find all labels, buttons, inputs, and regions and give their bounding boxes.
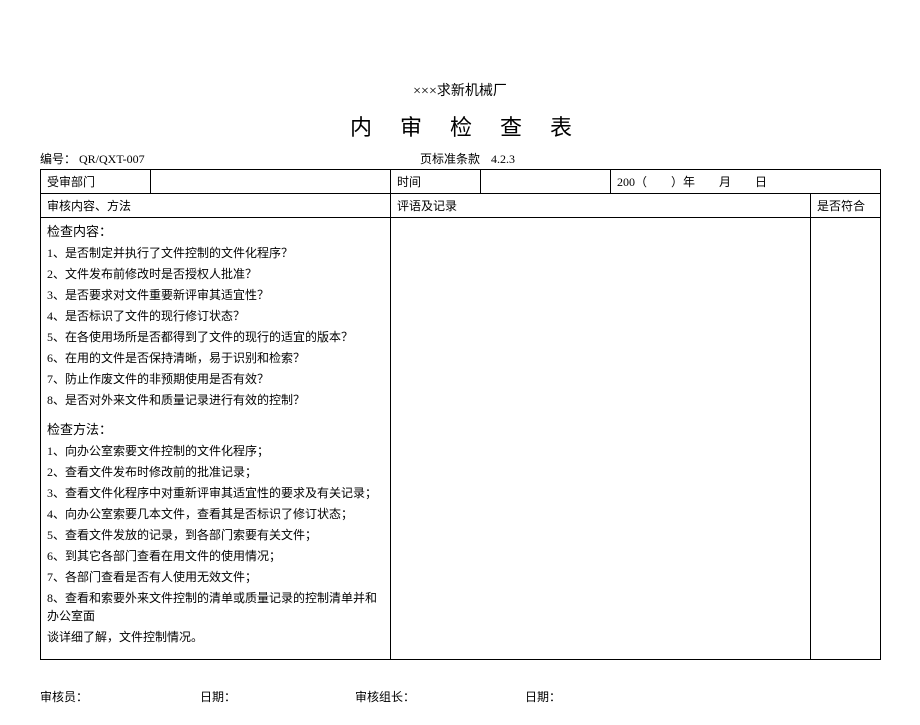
content-item: 8、是否对外来文件和质量记录进行有效的控制？ — [47, 391, 384, 409]
method-item: 谈详细了解，文件控制情况。 — [47, 628, 384, 646]
method-item: 6、到其它各部门查看在用文件的使用情况； — [47, 547, 384, 565]
date2-label: 日期： — [525, 688, 565, 705]
time-label: 时间 — [391, 170, 481, 194]
date1-label: 日期： — [200, 688, 240, 705]
dept-label: 受审部门 — [41, 170, 151, 194]
document-page: ×××求新机械厂 内审检查表 编号： QR/QXT-007 页标准条款 4.2.… — [40, 80, 880, 705]
auditor-value[interactable] — [95, 688, 200, 705]
leader-label: 审核组长： — [355, 688, 425, 705]
organization-name: ×××求新机械厂 — [40, 80, 880, 100]
method-item: 3、查看文件化程序中对重新评审其适宜性的要求及有关记录； — [47, 484, 384, 502]
method-item: 2、查看文件发布时修改前的批准记录； — [47, 463, 384, 481]
content-items: 1、是否制定并执行了文件控制的文件化程序？ 2、文件发布前修改时是否授权人批准？… — [47, 244, 384, 409]
date1-value[interactable] — [240, 688, 355, 705]
content-item: 7、防止作废文件的非预期使用是否有效？ — [47, 370, 384, 388]
method-items: 1、向办公室索要文件控制的文件化程序； 2、查看文件发布时修改前的批准记录； 3… — [47, 442, 384, 646]
col2-header: 评语及记录 — [391, 194, 811, 218]
auditor-label: 审核员： — [40, 688, 95, 705]
remarks-cell[interactable] — [391, 218, 811, 660]
method-item: 5、查看文件发放的记录，到各部门索要有关文件； — [47, 526, 384, 544]
std-label: 页标准条款 — [420, 152, 480, 166]
code-value: QR/QXT-007 — [79, 152, 145, 166]
content-item: 5、在各使用场所是否都得到了文件的现行的适宜的版本？ — [47, 328, 384, 346]
method-item: 8、查看和索要外来文件控制的清单或质量记录的控制清单并和办公室面 — [47, 589, 384, 625]
dept-value[interactable] — [151, 170, 391, 194]
document-title: 内审检查表 — [40, 110, 880, 142]
code-label: 编号： — [40, 152, 76, 166]
form-table: 受审部门 时间 200（ ）年 月 日 审核内容、方法 评语及记录 是否符合 检… — [40, 169, 881, 660]
meta-row: 编号： QR/QXT-007 页标准条款 4.2.3 — [40, 150, 880, 167]
conform-cell[interactable] — [811, 218, 881, 660]
content-item: 6、在用的文件是否保持清晰，易于识别和检索？ — [47, 349, 384, 367]
method-item: 7、各部门查看是否有人使用无效文件； — [47, 568, 384, 586]
std-value: 4.2.3 — [491, 152, 515, 166]
content-section-heading: 检查内容： — [47, 221, 384, 240]
header-row-1: 受审部门 时间 200（ ）年 月 日 — [41, 170, 881, 194]
col3-header: 是否符合 — [811, 194, 881, 218]
date-cell[interactable]: 200（ ）年 月 日 — [611, 170, 881, 194]
method-item: 1、向办公室索要文件控制的文件化程序； — [47, 442, 384, 460]
header-row-2: 审核内容、方法 评语及记录 是否符合 — [41, 194, 881, 218]
body-row: 检查内容： 1、是否制定并执行了文件控制的文件化程序？ 2、文件发布前修改时是否… — [41, 218, 881, 660]
content-method-cell: 检查内容： 1、是否制定并执行了文件控制的文件化程序？ 2、文件发布前修改时是否… — [41, 218, 391, 660]
time-value[interactable] — [481, 170, 611, 194]
content-item: 3、是否要求对文件重要新评审其适宜性？ — [47, 286, 384, 304]
leader-value[interactable] — [425, 688, 525, 705]
method-item: 4、向办公室索要几本文件，查看其是否标识了修订状态； — [47, 505, 384, 523]
content-item: 1、是否制定并执行了文件控制的文件化程序？ — [47, 244, 384, 262]
footer-row: 审核员： 日期： 审核组长： 日期： — [40, 688, 880, 705]
content-item: 4、是否标识了文件的现行修订状态？ — [47, 307, 384, 325]
content-item: 2、文件发布前修改时是否授权人批准？ — [47, 265, 384, 283]
method-section-heading: 检查方法： — [47, 419, 384, 438]
col1-header: 审核内容、方法 — [41, 194, 391, 218]
